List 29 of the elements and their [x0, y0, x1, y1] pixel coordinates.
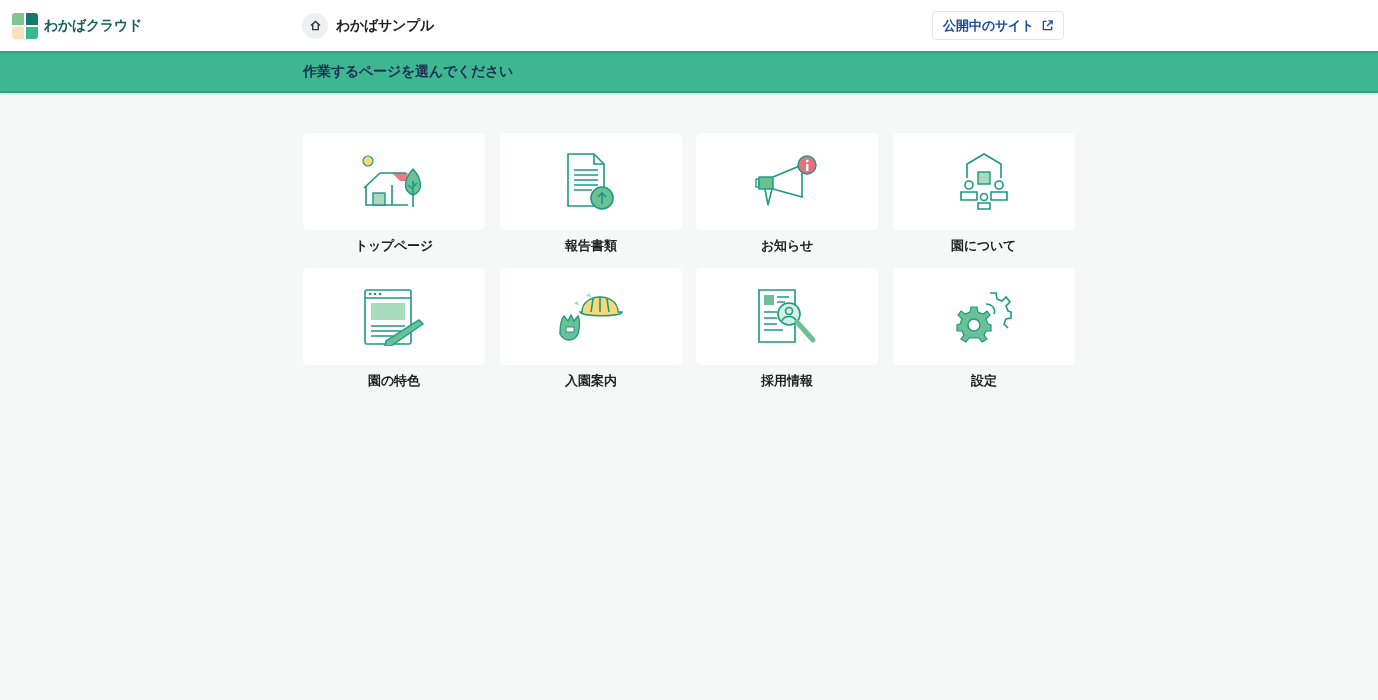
home-icon: [309, 20, 321, 31]
tile-card[interactable]: [303, 133, 485, 230]
tile-label[interactable]: 採用情報: [761, 373, 814, 390]
home-button[interactable]: [302, 12, 328, 39]
document-upload-drawing: [565, 151, 616, 212]
tile-label[interactable]: 園について: [951, 238, 1017, 255]
resume-magnifier-drawing: [757, 287, 818, 346]
tile-card[interactable]: [499, 133, 682, 230]
tile-card[interactable]: [892, 133, 1075, 230]
tile-label[interactable]: トップページ: [355, 238, 433, 255]
school-people-drawing: [958, 151, 1009, 212]
external-link-icon: [1042, 20, 1053, 31]
site-name: わかばサンプル: [336, 16, 434, 35]
page-pencil-drawing: [363, 287, 425, 346]
tile-card[interactable]: [892, 268, 1075, 365]
tile-label[interactable]: お知らせ: [761, 238, 814, 255]
tile-card[interactable]: [696, 268, 879, 365]
logo-icon: [12, 12, 38, 39]
tile-card[interactable]: [499, 268, 682, 365]
tile-label[interactable]: 報告書類: [564, 238, 617, 255]
tile-label[interactable]: 設定: [970, 373, 997, 390]
gears-icon: [955, 289, 1012, 344]
brand-name: わかばクラウド: [44, 16, 142, 35]
tile-card[interactable]: [303, 268, 485, 365]
banner-title: 作業するページを選んでください: [303, 63, 513, 81]
public-site-button[interactable]: 公開中のサイト: [932, 11, 1064, 40]
tile-label[interactable]: 入園案内: [564, 373, 617, 390]
tile-card[interactable]: [696, 133, 879, 230]
tile-label[interactable]: 園の特色: [368, 373, 420, 390]
